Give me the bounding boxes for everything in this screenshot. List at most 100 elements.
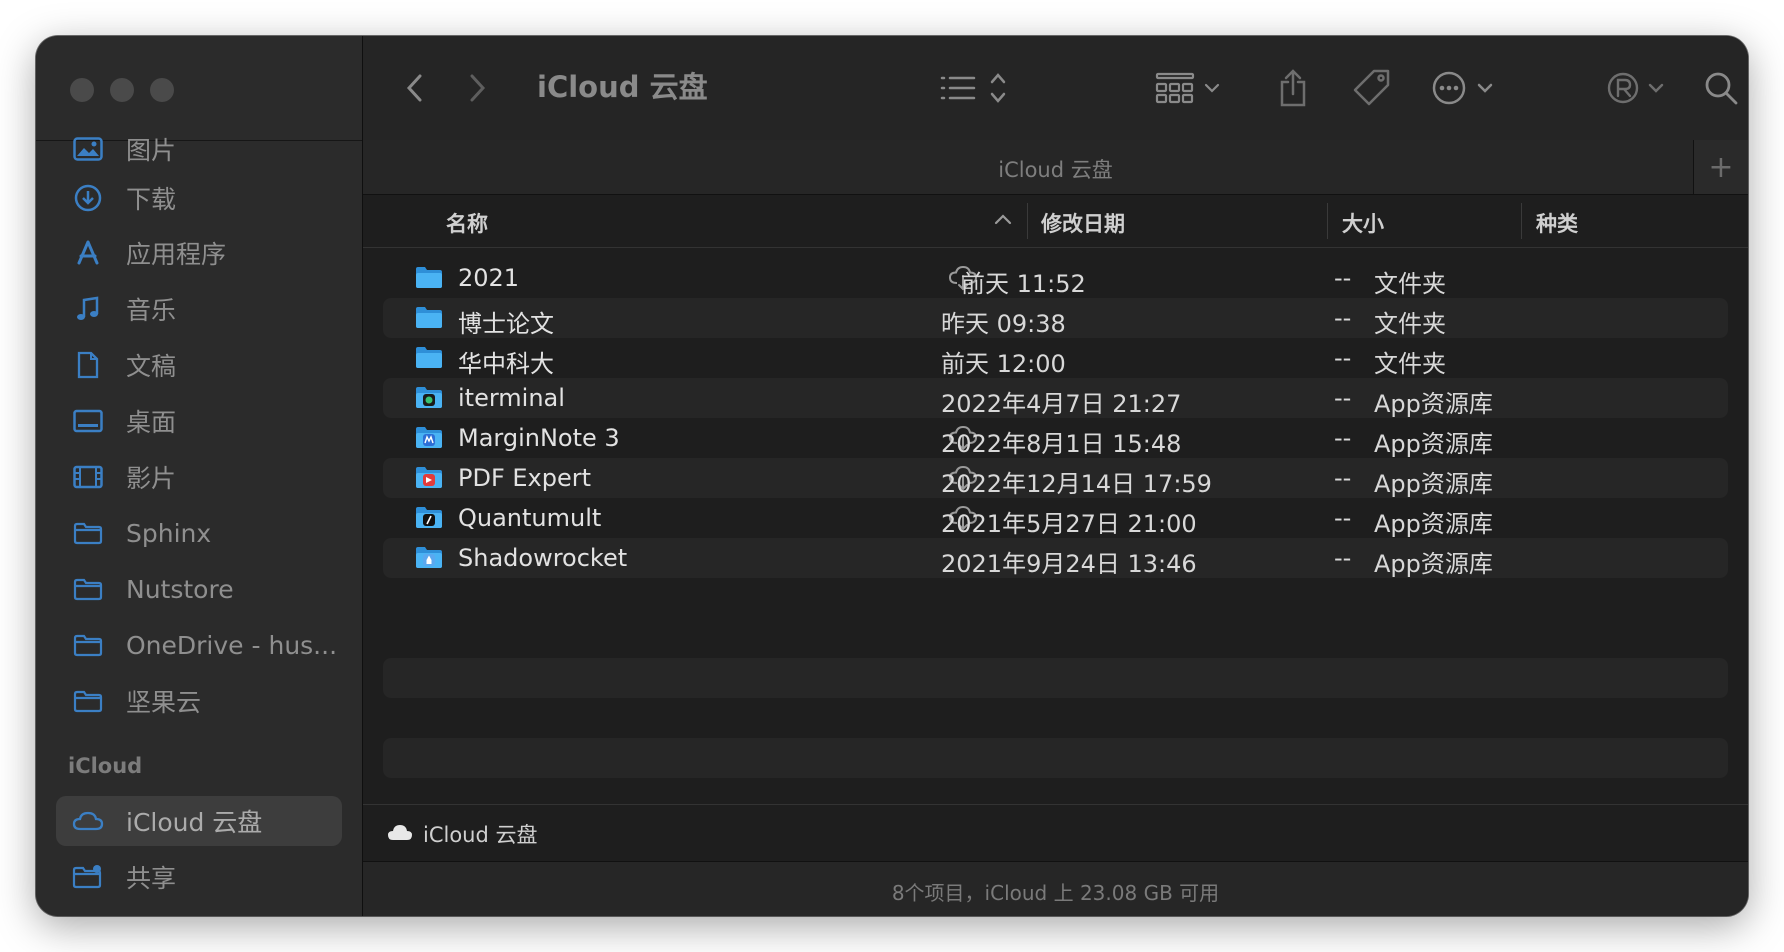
sidebar-item-music[interactable]: 音乐 bbox=[56, 284, 342, 334]
file-date: 2022年4月7日 21:27 bbox=[941, 390, 1182, 418]
sidebar-item-label: 坚果云 bbox=[126, 688, 202, 717]
sidebar-item-applications[interactable]: 应用程序 bbox=[56, 228, 342, 278]
sidebar-item-label: OneDrive - hus... bbox=[126, 630, 338, 660]
marginnote-app-folder-icon bbox=[415, 425, 443, 449]
column-date-header[interactable]: 修改日期 bbox=[1041, 208, 1125, 238]
file-date: 前天 12:00 bbox=[941, 350, 1066, 378]
path-item-icloud-drive[interactable]: iCloud 云盘 bbox=[423, 819, 538, 849]
sidebar-item-onedrive[interactable]: OneDrive - hus... bbox=[56, 620, 342, 670]
file-name: PDF Expert bbox=[458, 464, 592, 492]
photos-icon bbox=[70, 135, 106, 163]
minimize-window-button[interactable] bbox=[110, 78, 134, 102]
table-row[interactable]: Shadowrocket 2021年9月24日 13:46 -- App资源库 bbox=[383, 538, 1728, 578]
table-row[interactable]: 博士论文 昨天 09:38 -- 文件夹 bbox=[383, 298, 1728, 338]
status-bar: 8个项目，iCloud 上 23.08 GB 可用 bbox=[363, 861, 1748, 916]
download-icon bbox=[70, 184, 106, 212]
sidebar-item-label: 下载 bbox=[126, 185, 177, 214]
empty-row bbox=[383, 658, 1728, 698]
sidebar-item-label: 文稿 bbox=[126, 352, 177, 381]
desktop-icon bbox=[70, 407, 106, 435]
group-icon[interactable] bbox=[1155, 68, 1225, 108]
cloud-icon bbox=[70, 807, 106, 835]
quantumult-app-folder-icon bbox=[415, 505, 443, 529]
file-kind: App资源库 bbox=[1374, 550, 1493, 578]
sidebar-section-icloud: iCloud bbox=[68, 754, 143, 778]
table-row[interactable]: iterminal 2022年4月7日 21:27 -- App资源库 bbox=[383, 378, 1728, 418]
list-view-icon[interactable] bbox=[938, 68, 1014, 108]
file-name: MarginNote 3 bbox=[458, 424, 620, 452]
folder-icon bbox=[70, 687, 106, 715]
file-date: 2021年5月27日 21:00 bbox=[941, 510, 1197, 538]
toolbar: iCloud 云盘 bbox=[363, 36, 1748, 140]
sidebar-item-photos[interactable]: 图片 bbox=[56, 124, 342, 174]
sidebar-item-documents[interactable]: 文稿 bbox=[56, 340, 342, 390]
cloud-icon bbox=[387, 822, 413, 846]
close-window-button[interactable] bbox=[70, 78, 94, 102]
sidebar-item-downloads[interactable]: 下载 bbox=[56, 173, 342, 223]
add-tab-button[interactable]: + bbox=[1693, 140, 1748, 194]
sidebar-item-icloud-drive[interactable]: iCloud 云盘 bbox=[56, 796, 342, 846]
sidebar-item-sphinx[interactable]: Sphinx bbox=[56, 508, 342, 558]
window-title: iCloud 云盘 bbox=[537, 70, 708, 104]
file-name: Quantumult bbox=[458, 504, 602, 532]
sidebar-item-label: 影片 bbox=[126, 464, 177, 493]
tag-icon[interactable] bbox=[1349, 68, 1395, 108]
status-text: 8个项目，iCloud 上 23.08 GB 可用 bbox=[891, 881, 1220, 905]
file-name: Shadowrocket bbox=[458, 544, 628, 572]
file-kind: App资源库 bbox=[1374, 510, 1493, 538]
column-divider[interactable] bbox=[1327, 203, 1328, 239]
finder-window: 图片 下载 应用程序 音乐 文稿 桌面 影片 Sphinx Nutstore O… bbox=[36, 36, 1748, 916]
more-icon[interactable] bbox=[1431, 68, 1499, 108]
file-size: -- bbox=[1334, 384, 1352, 412]
iterminal-app-folder-icon bbox=[415, 385, 443, 409]
file-name: 华中科大 bbox=[458, 350, 554, 378]
back-icon[interactable] bbox=[399, 68, 429, 108]
applications-icon bbox=[70, 239, 106, 267]
sidebar-item-jianguoyun[interactable]: 坚果云 bbox=[56, 676, 342, 726]
table-row[interactable]: Quantumult 2021年5月27日 21:00 -- App资源库 bbox=[383, 498, 1728, 538]
file-size: -- bbox=[1334, 544, 1352, 572]
file-kind: 文件夹 bbox=[1374, 310, 1446, 338]
folder-icon bbox=[70, 575, 106, 603]
table-row[interactable]: 2021 前天 11:52 -- 文件夹 bbox=[383, 258, 1728, 298]
search-icon[interactable] bbox=[1701, 68, 1741, 108]
sidebar-item-label: 音乐 bbox=[126, 296, 177, 325]
sidebar-item-shared[interactable]: 共享 bbox=[56, 852, 342, 902]
sort-ascending-icon[interactable] bbox=[993, 211, 1013, 230]
table-row[interactable]: 华中科大 前天 12:00 -- 文件夹 bbox=[383, 338, 1728, 378]
shadowrocket-app-folder-icon bbox=[415, 545, 443, 569]
sidebar: 图片 下载 应用程序 音乐 文稿 桌面 影片 Sphinx Nutstore O… bbox=[36, 36, 363, 916]
table-row[interactable]: PDF Expert 2022年12月14日 17:59 -- App资源库 bbox=[383, 458, 1728, 498]
file-kind: App资源库 bbox=[1374, 430, 1493, 458]
file-name: 博士论文 bbox=[458, 310, 554, 338]
folder-icon bbox=[70, 519, 106, 547]
sidebar-item-label: 共享 bbox=[126, 864, 177, 893]
column-divider[interactable] bbox=[1521, 203, 1522, 239]
sidebar-item-nutstore[interactable]: Nutstore bbox=[56, 564, 342, 614]
column-kind-header[interactable]: 种类 bbox=[1536, 208, 1578, 238]
column-name-header[interactable]: 名称 bbox=[446, 208, 488, 238]
sidebar-item-desktop[interactable]: 桌面 bbox=[56, 396, 342, 446]
sidebar-item-label: 桌面 bbox=[126, 408, 177, 437]
share-icon[interactable] bbox=[1273, 68, 1313, 108]
sidebar-item-label: Nutstore bbox=[126, 574, 234, 604]
column-size-header[interactable]: 大小 bbox=[1342, 208, 1384, 238]
file-name: 2021 bbox=[458, 264, 520, 292]
file-kind: App资源库 bbox=[1374, 390, 1493, 418]
tab-icloud-drive[interactable]: iCloud 云盘 bbox=[363, 154, 1748, 184]
empty-row bbox=[383, 738, 1728, 778]
folder-icon bbox=[415, 345, 443, 369]
registered-icon[interactable] bbox=[1607, 68, 1671, 108]
file-date: 昨天 09:38 bbox=[941, 310, 1066, 338]
file-date: 2022年8月1日 15:48 bbox=[941, 430, 1182, 458]
forward-icon[interactable] bbox=[463, 68, 493, 108]
movies-icon bbox=[70, 463, 106, 491]
zoom-window-button[interactable] bbox=[150, 78, 174, 102]
main-pane: iCloud 云盘 iCloud 云盘 + 名称 修改日期 大小 种类 2021… bbox=[363, 36, 1748, 916]
column-divider[interactable] bbox=[1027, 203, 1028, 239]
pdf-expert-app-folder-icon bbox=[415, 465, 443, 489]
sidebar-item-movies[interactable]: 影片 bbox=[56, 452, 342, 502]
file-size: -- bbox=[1334, 304, 1352, 332]
table-row[interactable]: MarginNote 3 2022年8月1日 15:48 -- App资源库 bbox=[383, 418, 1728, 458]
file-name: iterminal bbox=[458, 384, 565, 412]
